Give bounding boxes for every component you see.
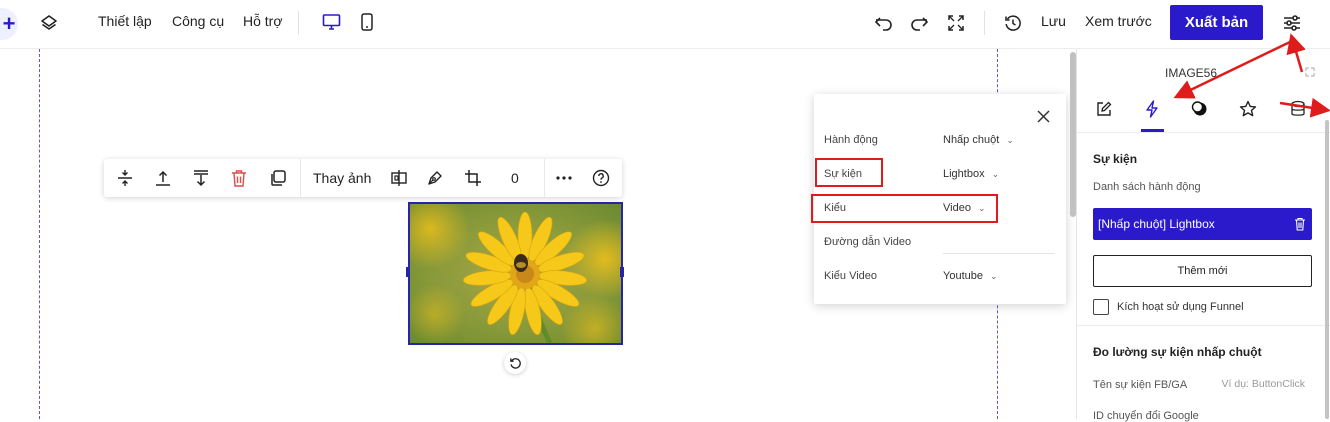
draw-button[interactable] xyxy=(424,167,446,189)
event-section-title: Sự kiện xyxy=(1093,152,1138,166)
annotation-arrows xyxy=(1173,33,1330,118)
copy-icon xyxy=(271,170,286,186)
action-value: Nhấp chuột xyxy=(943,134,1000,146)
arrow-up-line-icon xyxy=(156,170,170,186)
close-popup-button[interactable] xyxy=(1034,107,1052,125)
video-type-label: Kiểu Video xyxy=(824,270,878,282)
crop-icon xyxy=(465,170,481,186)
preview-button[interactable]: Xem trước xyxy=(1085,13,1152,29)
action-item[interactable]: [Nhấp chuột] Lightbox xyxy=(1093,208,1312,240)
event-value: Lightbox xyxy=(943,168,985,180)
trash-icon xyxy=(232,170,246,187)
funnel-label: Kích hoạt sử dụng Funnel xyxy=(1117,301,1244,313)
menu-support[interactable]: Hỗ trợ xyxy=(243,13,283,29)
chevron-down-icon: ⌄ xyxy=(1006,135,1014,145)
arrow-down-line-icon xyxy=(194,170,208,187)
more-dots-icon xyxy=(556,176,572,180)
mobile-view-button[interactable] xyxy=(356,11,378,33)
undo-icon xyxy=(874,17,892,31)
save-button[interactable]: Lưu xyxy=(1041,13,1066,29)
annotation-box-type xyxy=(811,194,998,223)
event-select[interactable]: Lightbox ⌄ xyxy=(943,168,999,180)
fb-event-label: Tên sự kiện FB/GA xyxy=(1093,379,1188,391)
flower-photo xyxy=(410,204,621,343)
section-guide-left xyxy=(39,49,40,419)
rotate-handle[interactable] xyxy=(504,352,526,374)
video-type-value: Youtube xyxy=(943,270,983,282)
video-type-select[interactable]: Youtube ⌄ xyxy=(943,270,998,282)
google-id-label: ID chuyển đổi Google xyxy=(1093,410,1199,422)
fb-event-placeholder: Ví dụ: ButtonClick xyxy=(1221,378,1305,390)
more-button[interactable] xyxy=(553,167,575,189)
edit-icon xyxy=(1097,101,1112,116)
panel-scrollbar[interactable] xyxy=(1325,120,1329,419)
action-list-label: Danh sách hành động xyxy=(1093,181,1201,193)
annotation-box-event xyxy=(815,158,883,187)
rotation-value[interactable]: 0 xyxy=(511,170,519,186)
chevron-down-icon: ⌄ xyxy=(990,271,998,281)
add-new-button[interactable]: Thêm mới xyxy=(1093,255,1312,287)
action-select[interactable]: Nhấp chuột ⌄ xyxy=(943,134,1014,146)
flip-button[interactable] xyxy=(388,167,410,189)
layers-icon xyxy=(41,15,57,30)
top-bar: + Thiết lập Công cụ Hỗ trợ Lưu Xem trước… xyxy=(0,0,1330,49)
tab-edit[interactable] xyxy=(1091,96,1117,122)
close-icon xyxy=(1036,109,1050,123)
funnel-checkbox[interactable] xyxy=(1093,299,1109,315)
lightning-icon xyxy=(1146,100,1158,118)
mobile-icon xyxy=(361,13,373,31)
crop-button[interactable] xyxy=(462,167,484,189)
image-toolbar: Thay ảnh 0 xyxy=(104,159,622,197)
layers-button[interactable] xyxy=(38,12,60,34)
flip-icon xyxy=(391,170,407,186)
duplicate-button[interactable] xyxy=(267,167,289,189)
video-url-label: Đường dẫn Video xyxy=(824,236,912,248)
distribute-vertical-icon xyxy=(118,170,132,186)
delete-button[interactable] xyxy=(228,167,250,189)
undo-button[interactable] xyxy=(872,11,896,35)
desktop-view-button[interactable] xyxy=(320,11,342,33)
plus-icon: + xyxy=(2,11,16,36)
history-icon xyxy=(1005,15,1021,31)
trash-icon xyxy=(1295,217,1305,231)
action-item-label: [Nhấp chuột] Lightbox xyxy=(1098,217,1215,231)
selected-image[interactable] xyxy=(408,202,623,345)
delete-action-button[interactable] xyxy=(1292,216,1308,232)
tracking-section-title: Đo lường sự kiện nhấp chuột xyxy=(1093,345,1262,359)
video-url-input[interactable] xyxy=(943,232,1055,254)
align-center-v-button[interactable] xyxy=(114,167,136,189)
desktop-icon xyxy=(322,14,340,30)
add-element-button[interactable]: + xyxy=(0,8,18,40)
fb-event-input[interactable]: Ví dụ: ButtonClick xyxy=(1209,374,1313,396)
chevron-down-icon: ⌄ xyxy=(991,169,1000,179)
fullscreen-button[interactable] xyxy=(944,11,968,35)
redo-icon xyxy=(911,17,929,31)
menu-tools[interactable]: Công cụ xyxy=(172,13,224,29)
move-up-button[interactable] xyxy=(152,167,174,189)
tab-events[interactable] xyxy=(1139,96,1165,122)
move-down-button[interactable] xyxy=(190,167,212,189)
replace-image-button[interactable]: Thay ảnh xyxy=(313,170,371,186)
rotate-icon xyxy=(509,357,521,369)
expand-icon xyxy=(948,15,964,31)
help-button[interactable] xyxy=(590,167,612,189)
pen-icon xyxy=(428,171,442,185)
help-icon xyxy=(592,169,610,187)
history-button[interactable] xyxy=(1001,11,1025,35)
menu-settings[interactable]: Thiết lập xyxy=(98,13,152,29)
redo-button[interactable] xyxy=(907,11,931,35)
action-label: Hành động xyxy=(824,134,878,146)
